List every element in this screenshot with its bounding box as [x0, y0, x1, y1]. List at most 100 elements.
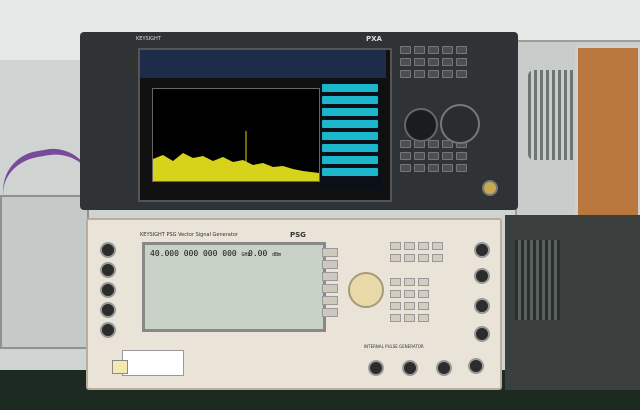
rf-connector-icon[interactable] [100, 322, 116, 338]
key[interactable] [442, 152, 453, 160]
softkey-4[interactable] [322, 120, 378, 128]
key[interactable] [418, 302, 429, 310]
key[interactable] [404, 242, 415, 250]
key[interactable] [418, 290, 429, 298]
key[interactable] [404, 254, 415, 262]
key[interactable] [390, 302, 401, 310]
key[interactable] [390, 254, 401, 262]
gen-softkey-4[interactable] [322, 284, 338, 293]
frequency-readout: 40.000 000 000 000 GHz [150, 249, 251, 258]
key[interactable] [414, 58, 425, 66]
key[interactable] [414, 46, 425, 54]
frequency-value: 40.000 000 000 000 [150, 249, 237, 258]
rf-connector-icon[interactable] [468, 358, 484, 374]
key[interactable] [400, 164, 411, 172]
rf-connector-icon[interactable] [482, 180, 498, 196]
generator-model: PSG [290, 231, 306, 239]
key[interactable] [456, 58, 467, 66]
softkey-2[interactable] [322, 96, 378, 104]
gen-softkey-5[interactable] [322, 296, 338, 305]
power-switch-icon[interactable] [112, 360, 128, 374]
vent-grille-lower [515, 240, 560, 320]
generator-keypad [390, 242, 460, 332]
key[interactable] [390, 290, 401, 298]
calibration-sticker [122, 350, 184, 376]
gen-softkey-3[interactable] [322, 272, 338, 281]
key[interactable] [414, 164, 425, 172]
gen-softkey-2[interactable] [322, 260, 338, 269]
key[interactable] [390, 278, 401, 286]
knob-icon[interactable] [348, 272, 384, 308]
key[interactable] [400, 70, 411, 78]
key[interactable] [456, 46, 467, 54]
spectrum-plot [152, 88, 320, 182]
navigation-pad[interactable] [440, 104, 480, 144]
key[interactable] [404, 278, 415, 286]
softkey-1[interactable] [322, 84, 378, 92]
pulse-generator-label: INTERNAL PULSE GENERATOR [364, 344, 424, 349]
gen-softkey-6[interactable] [322, 308, 338, 317]
orange-panel [575, 45, 640, 221]
amplitude-unit: dBm [272, 252, 282, 258]
key[interactable] [442, 164, 453, 172]
key[interactable] [404, 290, 415, 298]
analyzer-screen-header [140, 50, 386, 78]
key[interactable] [428, 140, 439, 148]
rf-connector-icon[interactable] [100, 242, 116, 258]
key[interactable] [432, 242, 443, 250]
key[interactable] [418, 314, 429, 322]
key[interactable] [456, 70, 467, 78]
key[interactable] [414, 152, 425, 160]
key[interactable] [428, 70, 439, 78]
generator-softkeys [322, 248, 338, 318]
key[interactable] [418, 278, 429, 286]
rf-connector-icon[interactable] [474, 242, 490, 258]
rf-connector-icon[interactable] [100, 262, 116, 278]
knob-icon[interactable] [404, 108, 438, 142]
generator-brand: KEYSIGHT [140, 232, 165, 238]
rf-connector-icon[interactable] [368, 360, 384, 376]
key[interactable] [400, 140, 411, 148]
generator-title: PSG Vector Signal Generator [166, 232, 238, 238]
key[interactable] [428, 164, 439, 172]
key[interactable] [442, 58, 453, 66]
key[interactable] [400, 152, 411, 160]
left-instrument [0, 195, 89, 349]
rf-connector-icon[interactable] [474, 268, 490, 284]
softkey-6[interactable] [322, 144, 378, 152]
rf-connector-icon[interactable] [100, 282, 116, 298]
key[interactable] [404, 302, 415, 310]
softkey-8[interactable] [322, 168, 378, 176]
spectrum-trace [153, 131, 319, 181]
gen-softkey-1[interactable] [322, 248, 338, 257]
key[interactable] [390, 242, 401, 250]
key[interactable] [390, 314, 401, 322]
key[interactable] [428, 46, 439, 54]
amplitude-value: 0.00 [248, 249, 268, 258]
key[interactable] [442, 70, 453, 78]
key[interactable] [456, 152, 467, 160]
softkey-5[interactable] [322, 132, 378, 140]
softkey-3[interactable] [322, 108, 378, 116]
key[interactable] [442, 46, 453, 54]
key[interactable] [400, 58, 411, 66]
rf-connector-icon[interactable] [436, 360, 452, 376]
analyzer-model: PXA [366, 35, 382, 43]
rf-connector-icon[interactable] [100, 302, 116, 318]
key[interactable] [418, 242, 429, 250]
key[interactable] [418, 254, 429, 262]
rf-connector-icon[interactable] [402, 360, 418, 376]
rf-connector-icon[interactable] [474, 326, 490, 342]
key[interactable] [456, 164, 467, 172]
key[interactable] [404, 314, 415, 322]
softkey-7[interactable] [322, 156, 378, 164]
key[interactable] [428, 58, 439, 66]
generator-brand-title: KEYSIGHT PSG Vector Signal Generator [140, 232, 238, 238]
key[interactable] [428, 152, 439, 160]
key[interactable] [400, 46, 411, 54]
key[interactable] [414, 70, 425, 78]
rf-connector-icon[interactable] [474, 298, 490, 314]
key[interactable] [432, 254, 443, 262]
amplitude-readout: 0.00 dBm [248, 249, 281, 258]
analyzer-softkey-menu [320, 80, 382, 190]
